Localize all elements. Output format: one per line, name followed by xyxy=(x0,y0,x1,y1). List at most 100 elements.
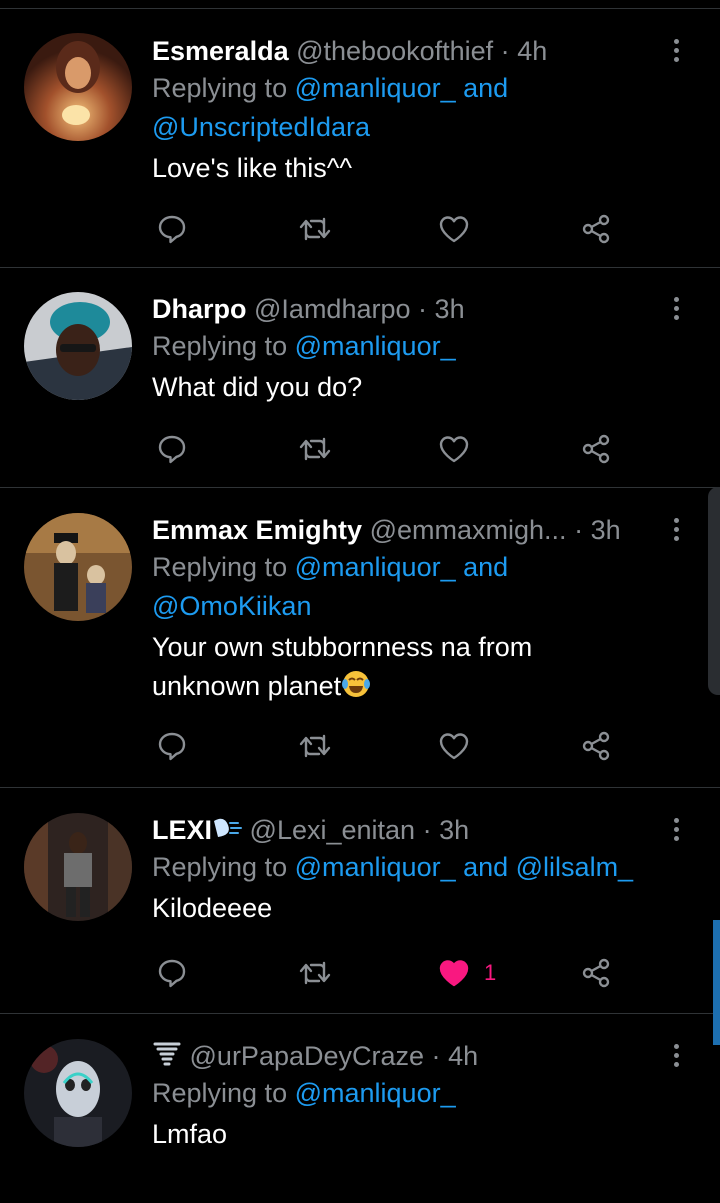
mention-link[interactable]: @UnscriptedIdara xyxy=(152,112,370,142)
scrollbar[interactable] xyxy=(713,920,720,1045)
tweet-3[interactable]: Emmax Emighty @emmaxmigh... · 3h Replyin… xyxy=(0,488,720,788)
separator-dot: · xyxy=(574,515,584,545)
more-vertical-icon[interactable] xyxy=(674,818,682,845)
reply-icon xyxy=(158,215,186,244)
retweet-icon xyxy=(299,437,331,461)
tweet-content: Dharpo @Iamdharpo · 3h Replying to @manl… xyxy=(152,291,672,407)
tweet-2[interactable]: Dharpo @Iamdharpo · 3h Replying to @manl… xyxy=(0,267,720,488)
heart-icon xyxy=(439,216,469,243)
avatar[interactable] xyxy=(24,813,132,921)
tweet-header: Esmeralda @thebookofthief · 4h xyxy=(152,33,672,69)
mention-link[interactable]: @manliquor_ and @lilsalm_ xyxy=(295,852,633,882)
timestamp[interactable]: 3h xyxy=(435,294,465,324)
replying-to: Replying to @manliquor_ xyxy=(152,327,672,366)
share-icon xyxy=(582,958,610,988)
user-handle[interactable]: @urPapaDeyCraze xyxy=(190,1041,425,1071)
retweet-button[interactable] xyxy=(298,953,332,993)
replying-prefix: Replying to xyxy=(152,1078,288,1108)
replying-prefix: Replying to xyxy=(152,331,288,361)
tweet-actions xyxy=(152,209,622,249)
share-button[interactable] xyxy=(580,209,612,249)
timestamp[interactable]: 3h xyxy=(591,515,621,545)
replying-prefix: Replying to xyxy=(152,552,288,582)
reply-button[interactable] xyxy=(156,726,188,766)
like-button[interactable] xyxy=(438,726,470,766)
timestamp[interactable]: 4h xyxy=(517,36,547,66)
side-handle[interactable] xyxy=(708,487,720,695)
heart-icon xyxy=(439,733,469,760)
heart-icon xyxy=(439,960,469,987)
tweet-text: Kilodeeee xyxy=(152,893,273,923)
more-vertical-icon[interactable] xyxy=(674,518,682,545)
replying-prefix: Replying to xyxy=(152,852,288,882)
replying-to: Replying to @manliquor_ xyxy=(152,1074,672,1113)
tweet-content: @urPapaDeyCraze · 4h Replying to @manliq… xyxy=(152,1038,672,1154)
face-with-tears-of-joy-icon xyxy=(342,671,371,697)
dashing-away-icon xyxy=(214,818,243,837)
tweet-text-line: unknown planet xyxy=(152,671,342,701)
retweet-icon xyxy=(299,217,331,241)
separator-dot: · xyxy=(418,294,428,324)
timestamp[interactable]: 4h xyxy=(448,1041,478,1071)
share-button[interactable] xyxy=(580,726,612,766)
retweet-button[interactable] xyxy=(298,429,332,469)
tweet-actions xyxy=(152,726,622,766)
like-button[interactable] xyxy=(438,209,470,249)
mention-link[interactable]: @manliquor_ and xyxy=(295,552,509,582)
tweet-text: Love's like this^^ xyxy=(152,153,353,183)
tweet-5[interactable]: @urPapaDeyCraze · 4h Replying to @manliq… xyxy=(0,1014,720,1203)
replying-to: Replying to @manliquor_ and @UnscriptedI… xyxy=(152,69,672,147)
replying-to: Replying to @manliquor_ and @lilsalm_ xyxy=(152,848,672,887)
more-vertical-icon[interactable] xyxy=(674,1044,682,1071)
avatar[interactable] xyxy=(24,292,132,400)
mention-link[interactable]: @manliquor_ xyxy=(295,1078,456,1108)
timestamp[interactable]: 3h xyxy=(439,815,469,845)
heart-icon xyxy=(439,436,469,463)
share-icon xyxy=(582,214,610,244)
tweet-text: Lmfao xyxy=(152,1119,228,1149)
tweet-content: Esmeralda @thebookofthief · 4h Replying … xyxy=(152,33,672,188)
tweet-header: Emmax Emighty @emmaxmigh... · 3h xyxy=(152,512,672,548)
tweet-actions: 1 xyxy=(152,953,622,993)
more-vertical-icon[interactable] xyxy=(674,297,682,324)
avatar[interactable] xyxy=(24,513,132,621)
user-handle[interactable]: @Lexi_enitan xyxy=(250,815,416,845)
tweet-header: @urPapaDeyCraze · 4h xyxy=(152,1038,672,1074)
reply-icon xyxy=(158,959,186,988)
share-icon xyxy=(582,731,610,761)
display-name[interactable]: Emmax Emighty xyxy=(152,515,362,545)
reply-button[interactable] xyxy=(156,953,188,993)
tweet-content: Emmax Emighty @emmaxmigh... · 3h Replyin… xyxy=(152,512,672,706)
replying-prefix: Replying to xyxy=(152,73,288,103)
retweet-button[interactable] xyxy=(298,726,332,766)
tweet-text: What did you do? xyxy=(152,372,363,402)
share-icon xyxy=(582,434,610,464)
tweet-content: LEXI @Lexi_enitan · 3h Replying to @manl… xyxy=(152,812,672,928)
avatar[interactable] xyxy=(24,1039,132,1147)
mention-link[interactable]: @manliquor_ and xyxy=(295,73,509,103)
reply-button[interactable] xyxy=(156,429,188,469)
display-name[interactable]: Esmeralda xyxy=(152,36,289,66)
user-handle[interactable]: @Iamdharpo xyxy=(254,294,411,324)
share-button[interactable] xyxy=(580,429,612,469)
tweet-4[interactable]: LEXI @Lexi_enitan · 3h Replying to @manl… xyxy=(0,788,720,1014)
like-count: 1 xyxy=(484,960,497,985)
like-button[interactable]: 1 xyxy=(438,953,496,993)
like-button[interactable] xyxy=(438,429,470,469)
mention-link[interactable]: @manliquor_ xyxy=(295,331,456,361)
tweet-header: LEXI @Lexi_enitan · 3h xyxy=(152,812,672,848)
reply-icon xyxy=(158,435,186,464)
user-handle[interactable]: @emmaxmigh... xyxy=(370,515,567,545)
separator-dot: · xyxy=(500,36,510,66)
retweet-icon xyxy=(299,734,331,758)
tweet-1[interactable]: Esmeralda @thebookofthief · 4h Replying … xyxy=(0,8,720,268)
display-name[interactable]: Dharpo xyxy=(152,294,247,324)
display-name[interactable]: LEXI xyxy=(152,815,212,845)
more-vertical-icon[interactable] xyxy=(674,39,682,66)
avatar[interactable] xyxy=(24,33,132,141)
reply-button[interactable] xyxy=(156,209,188,249)
mention-link[interactable]: @OmoKiikan xyxy=(152,591,311,621)
share-button[interactable] xyxy=(580,953,612,993)
retweet-button[interactable] xyxy=(298,209,332,249)
user-handle[interactable]: @thebookofthief xyxy=(296,36,493,66)
